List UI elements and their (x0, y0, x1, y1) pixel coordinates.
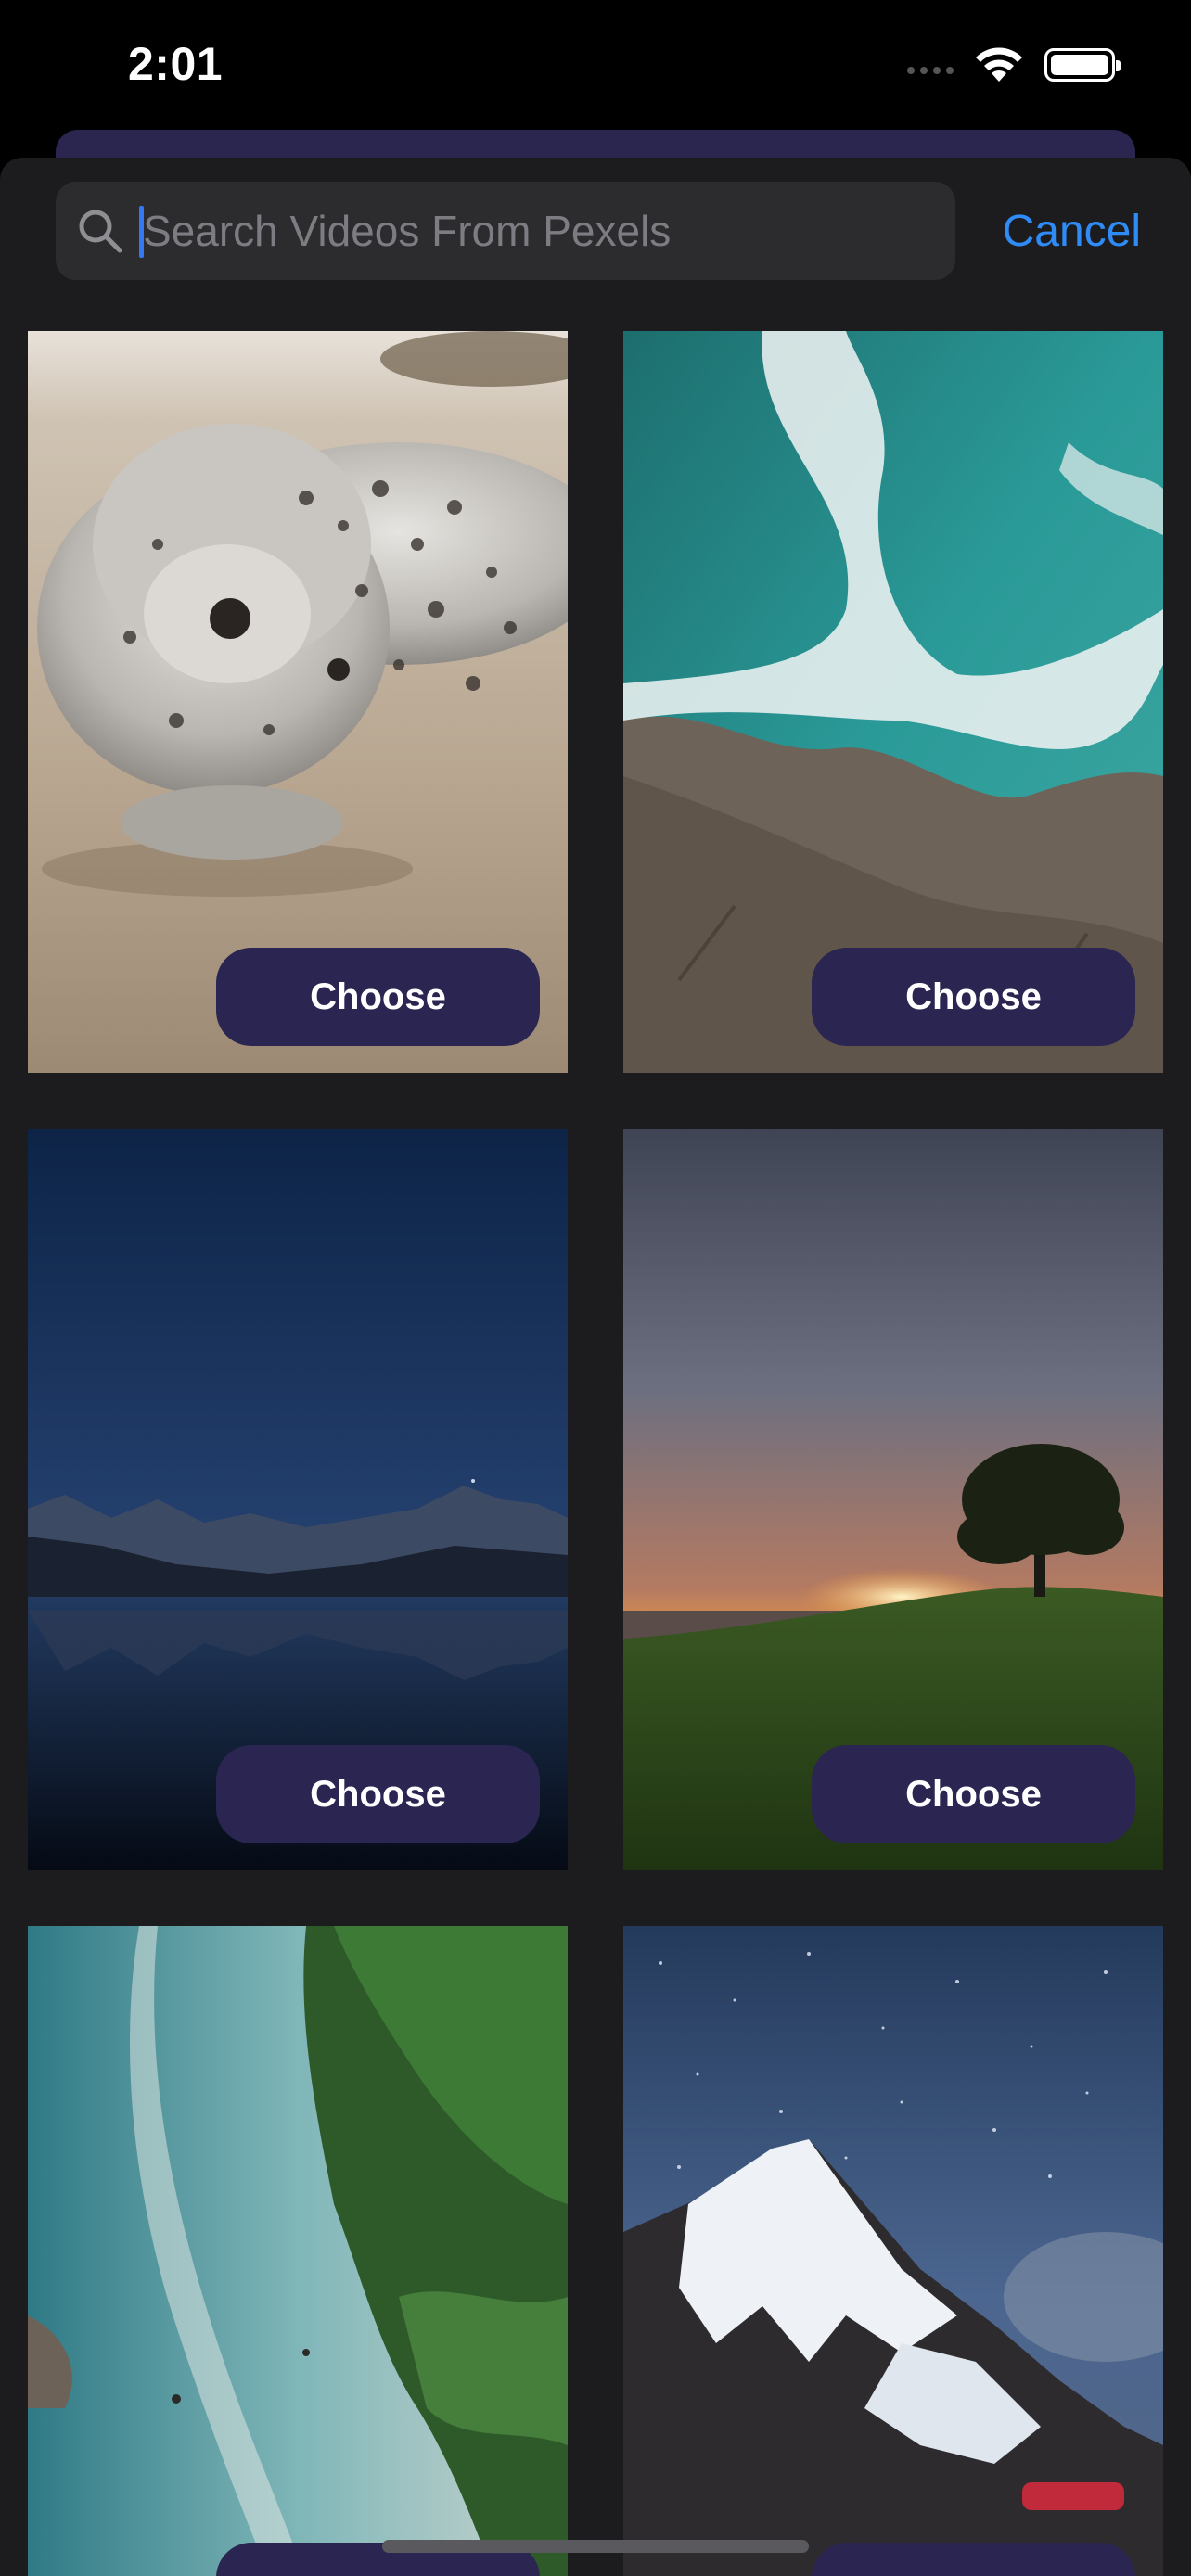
wifi-icon (976, 47, 1022, 82)
video-card-beach-forest[interactable]: Choose (28, 1926, 568, 2576)
choose-button[interactable]: Choose (216, 1745, 540, 1843)
search-input[interactable] (143, 182, 941, 280)
search-icon (79, 210, 122, 253)
video-card-snowy-peak[interactable]: Choose (623, 1926, 1163, 2576)
video-card-mountain-lake[interactable]: Choose (28, 1129, 568, 1870)
status-icons (907, 46, 1121, 83)
battery-icon (1044, 48, 1121, 82)
video-thumbnail (623, 1926, 1163, 2576)
video-card-sunset-tree[interactable]: Choose (623, 1129, 1163, 1870)
status-time: 2:01 (128, 38, 224, 90)
home-indicator (382, 2540, 809, 2553)
video-thumbnail (28, 1926, 568, 2576)
status-bar: 2:01 (0, 0, 1191, 130)
choose-button[interactable]: Choose (216, 948, 540, 1046)
video-card-ocean[interactable]: Choose (623, 331, 1163, 1073)
search-field[interactable] (56, 182, 955, 280)
choose-button[interactable]: Choose (812, 1745, 1135, 1843)
cancel-button[interactable]: Cancel (1003, 182, 1141, 280)
video-card-seal[interactable]: Choose (28, 331, 568, 1073)
video-picker-sheet: Cancel (0, 158, 1191, 2576)
choose-button[interactable]: Choose (812, 2543, 1135, 2576)
choose-button[interactable]: Choose (812, 948, 1135, 1046)
cellular-signal-icon (907, 56, 954, 74)
search-bar: Cancel (56, 182, 1141, 280)
